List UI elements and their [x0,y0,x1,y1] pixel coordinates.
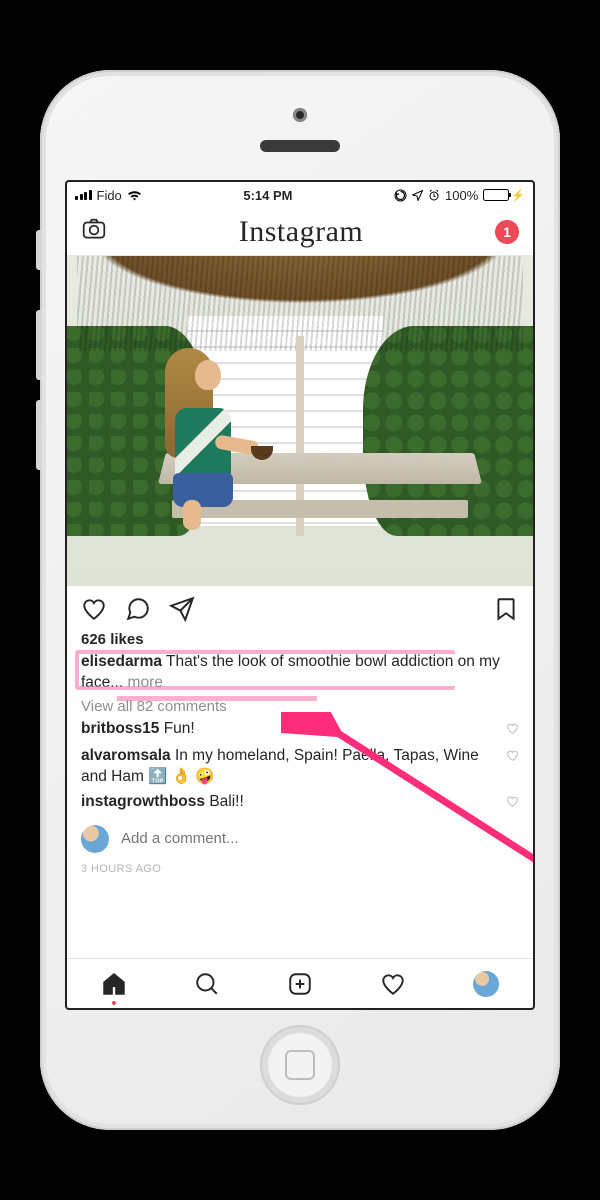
view-all-comments[interactable]: View all 82 comments [67,696,533,717]
comment-row[interactable]: instagrowthboss Bali!! [67,790,533,817]
instagram-logo: Instagram [239,215,363,249]
comment-like-icon[interactable] [506,792,519,815]
comment-like-icon[interactable] [506,719,519,742]
carrier-label: Fido [97,188,122,203]
like-icon[interactable] [81,596,107,627]
tab-bar [67,958,533,1008]
comment-user[interactable]: instagrowthboss [81,793,205,810]
avatar [473,971,499,997]
post-image[interactable] [67,256,533,586]
rotation-lock-icon [394,189,407,202]
tab-new-post[interactable] [287,971,313,997]
status-bar: Fido 5:14 PM 100% ⚡ [67,182,533,208]
alarm-icon [428,189,440,201]
share-icon[interactable] [169,596,195,627]
post-actions [67,586,533,631]
volume-down-button [36,400,42,470]
more-link[interactable]: more [128,674,163,691]
clock: 5:14 PM [243,188,292,203]
add-comment-input[interactable] [121,830,519,847]
comment-like-icon[interactable] [506,746,519,769]
screen: Fido 5:14 PM 100% ⚡ Instagram 1 [65,180,535,1010]
home-dot-icon [112,1001,116,1005]
comment-row[interactable]: britboss15 Fun! [67,717,533,744]
signal-icon [75,190,92,200]
comment-text: Fun! [164,720,195,737]
comment-icon[interactable] [125,596,151,627]
comment-text: Bali!! [209,793,243,810]
front-camera [293,108,307,122]
phone-frame: Fido 5:14 PM 100% ⚡ Instagram 1 [40,70,560,1130]
app-header: Instagram 1 [67,208,533,256]
add-comment-row[interactable] [67,817,533,857]
caption[interactable]: elisedarma That's the look of smoothie b… [67,648,533,696]
likes-count[interactable]: 626 likes [67,631,533,648]
comment-row[interactable]: alvaromsala In my homeland, Spain! Paell… [67,744,533,790]
tab-search[interactable] [194,971,220,997]
location-icon [412,190,423,201]
battery-icon: ⚡ [483,189,525,202]
dm-badge[interactable]: 1 [495,220,519,244]
battery-pct: 100% [445,188,478,203]
home-button[interactable] [260,1025,340,1105]
save-icon[interactable] [493,596,519,627]
wifi-icon [127,190,142,201]
speaker [260,140,340,152]
tab-home[interactable] [101,971,127,997]
tab-profile[interactable] [473,971,499,997]
comment-user[interactable]: britboss15 [81,720,159,737]
timestamp: 3 HOURS AGO [67,857,533,885]
side-button [36,230,42,270]
caption-author[interactable]: elisedarma [81,653,162,670]
volume-up-button [36,310,42,380]
camera-icon[interactable] [81,216,107,247]
comment-user[interactable]: alvaromsala [81,747,171,764]
tab-activity[interactable] [380,971,406,997]
avatar [81,825,109,853]
